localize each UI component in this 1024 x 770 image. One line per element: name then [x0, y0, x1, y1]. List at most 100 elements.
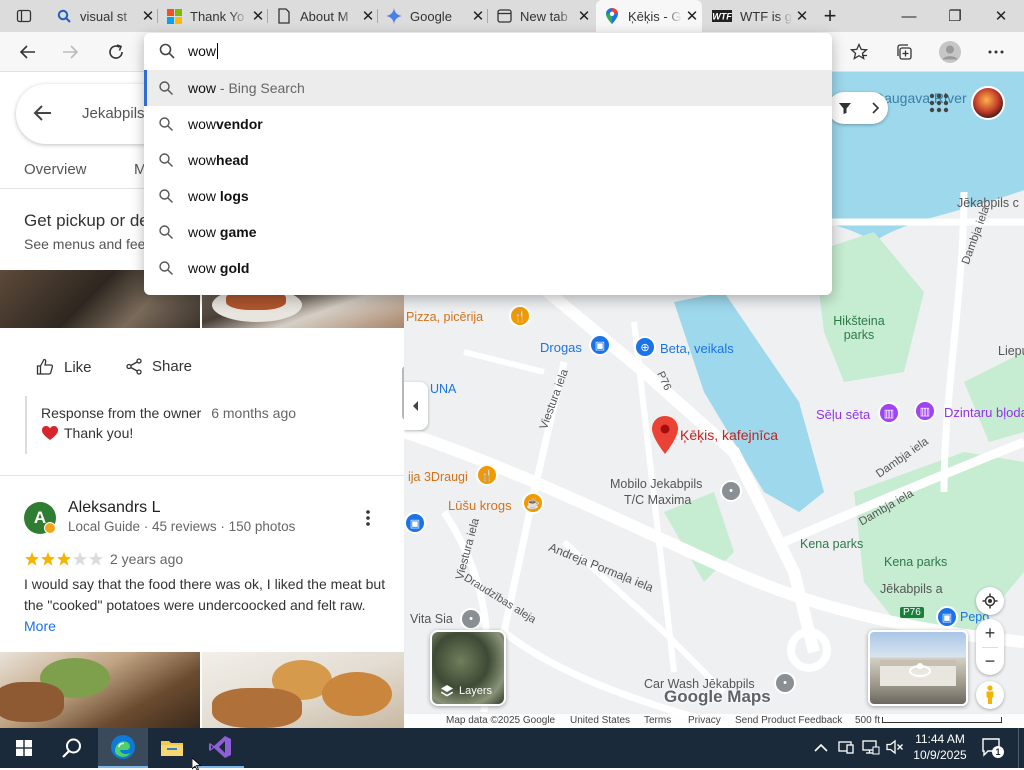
shop-marker-icon[interactable]: ▣	[404, 512, 426, 534]
suggestion-item[interactable]: wow gold	[144, 250, 832, 286]
selected-place-pin-icon[interactable]	[652, 416, 678, 454]
terms-link[interactable]: Terms	[644, 715, 671, 726]
pegman-button[interactable]	[976, 681, 1004, 709]
map-label-park: Kena parks	[800, 537, 864, 551]
new-tab-icon	[496, 8, 512, 24]
map-filter-chips[interactable]	[828, 92, 888, 124]
suggestion-item[interactable]: wowhead	[144, 142, 832, 178]
shop-marker-icon[interactable]: ▣	[936, 606, 958, 628]
show-desktop-button[interactable]	[1018, 728, 1024, 768]
tab-close-button[interactable]: ✕	[792, 7, 812, 25]
google-apps-button[interactable]	[928, 92, 950, 119]
place-marker-icon[interactable]: •	[720, 480, 742, 502]
taskbar-visual-studio-button[interactable]	[196, 728, 244, 768]
zoom-out-button[interactable]: −	[976, 647, 1004, 675]
selected-place-label[interactable]: Ķēķis, kafejnīca	[680, 427, 778, 443]
show-hidden-icons-button[interactable]	[814, 740, 828, 758]
my-location-button[interactable]	[976, 587, 1004, 615]
profile-button[interactable]	[934, 36, 966, 68]
refresh-button[interactable]	[100, 36, 132, 68]
account-avatar[interactable]	[971, 86, 1005, 120]
restaurant-marker-icon[interactable]: 🍴	[509, 305, 531, 327]
tab-overview[interactable]: Overview	[24, 161, 87, 178]
map-label-restaurant: ija 3Draugi	[408, 470, 468, 484]
settings-more-button[interactable]	[980, 36, 1012, 68]
map-label-restaurant: Lūšu krogs	[448, 498, 512, 513]
maps-back-button[interactable]	[32, 102, 54, 129]
review-time: 2 years ago	[110, 551, 184, 567]
map-label-restaurant: Pizza, picērija	[406, 310, 484, 324]
like-button[interactable]: Like	[36, 358, 92, 376]
tab-close-button[interactable]: ✕	[358, 7, 378, 25]
review-actions-button[interactable]	[360, 509, 376, 532]
country-link[interactable]: United States	[570, 715, 630, 726]
attraction-marker-icon[interactable]: ▥	[878, 402, 900, 424]
suggestion-text: wowhead	[188, 152, 249, 168]
tab-close-button[interactable]: ✕	[574, 7, 594, 25]
tab-kekis-maps[interactable]: Ķēķis - G ✕	[596, 0, 702, 32]
privacy-link[interactable]: Privacy	[688, 715, 721, 726]
address-bar[interactable]: wow	[144, 33, 832, 69]
review-more-link[interactable]: More	[24, 618, 56, 634]
tray-app-button[interactable]	[838, 739, 854, 760]
address-input[interactable]: wow	[188, 43, 216, 59]
tab-new-tab[interactable]: New tab ✕	[488, 0, 594, 32]
clock-button[interactable]: 11:44 AM 10/9/2025	[910, 731, 970, 763]
restaurant-marker-icon[interactable]: 🍴	[476, 464, 498, 486]
place-marker-icon[interactable]: •	[460, 608, 482, 630]
favorites-button[interactable]	[843, 36, 875, 68]
cafe-marker-icon[interactable]: ☕	[522, 492, 544, 514]
reviewer-name[interactable]: Aleksandrs L	[68, 499, 161, 517]
minimize-button[interactable]: —	[886, 0, 932, 32]
place-marker-icon[interactable]: •	[774, 672, 796, 694]
scale-label[interactable]: 500 ft	[855, 715, 880, 726]
suggestion-bing-search[interactable]: wow - Bing Search	[144, 70, 832, 106]
tab-about[interactable]: About M ✕	[268, 0, 378, 32]
thumbs-up-icon	[36, 358, 54, 375]
tab-google[interactable]: Google ✕	[378, 0, 488, 32]
feedback-link[interactable]: Send Product Feedback	[735, 715, 842, 726]
edge-browser-icon	[111, 735, 135, 759]
taskbar-edge-button[interactable]	[98, 728, 148, 768]
tab-wtf[interactable]: WTF WTF is g ✕	[704, 0, 812, 32]
tab-title: Thank Yo	[190, 8, 245, 24]
share-button[interactable]: Share	[126, 358, 192, 375]
favorites-star-icon	[850, 43, 868, 60]
attraction-marker-icon[interactable]: ▥	[914, 400, 936, 422]
tab-close-button[interactable]: ✕	[682, 7, 702, 25]
map-label-park: Hikšteina parks	[833, 314, 885, 342]
shopping-bag-marker-icon[interactable]: ▣	[589, 334, 611, 356]
taskbar-file-explorer-button[interactable]	[148, 728, 196, 768]
restore-button[interactable]: ❐	[932, 0, 978, 32]
network-button[interactable]	[862, 739, 880, 760]
review-photo[interactable]	[202, 652, 404, 728]
action-center-button[interactable]: 1	[982, 738, 1004, 763]
search-icon	[159, 81, 173, 95]
volume-button[interactable]	[886, 739, 904, 760]
collections-button[interactable]	[888, 36, 920, 68]
layers-button[interactable]: Layers	[430, 630, 506, 706]
map-label-shop: Beta, veikals	[660, 341, 734, 356]
suggestion-item[interactable]: wow game	[144, 214, 832, 250]
back-button[interactable]	[12, 36, 44, 68]
address-bar-dropdown: wow wow - Bing Search wowvendor wowhead …	[144, 33, 832, 295]
street-view-thumbnail[interactable]	[868, 630, 968, 706]
forward-button[interactable]	[54, 36, 86, 68]
close-window-button[interactable]: ✕	[978, 0, 1024, 32]
tab-visual-studio[interactable]: visual st ✕	[48, 0, 158, 32]
map-label: Mobilo Jekabpils	[610, 477, 703, 491]
tab-thank-you[interactable]: Thank Yo ✕	[158, 0, 268, 32]
search-button[interactable]	[48, 728, 96, 768]
tab-close-button[interactable]: ✕	[248, 7, 268, 25]
tab-close-button[interactable]: ✕	[468, 7, 488, 25]
review-photo[interactable]	[0, 652, 200, 728]
suggestion-item[interactable]: wow logs	[144, 178, 832, 214]
tab-actions-button[interactable]	[8, 0, 40, 32]
suggestion-item[interactable]: wowvendor	[144, 106, 832, 142]
start-button[interactable]	[0, 728, 48, 768]
new-tab-button[interactable]: +	[812, 0, 848, 32]
collapse-panel-button[interactable]	[404, 382, 428, 430]
zoom-in-button[interactable]: +	[976, 619, 1004, 647]
shopping-cart-marker-icon[interactable]: ⊕	[634, 336, 656, 358]
tab-close-button[interactable]: ✕	[138, 7, 158, 25]
